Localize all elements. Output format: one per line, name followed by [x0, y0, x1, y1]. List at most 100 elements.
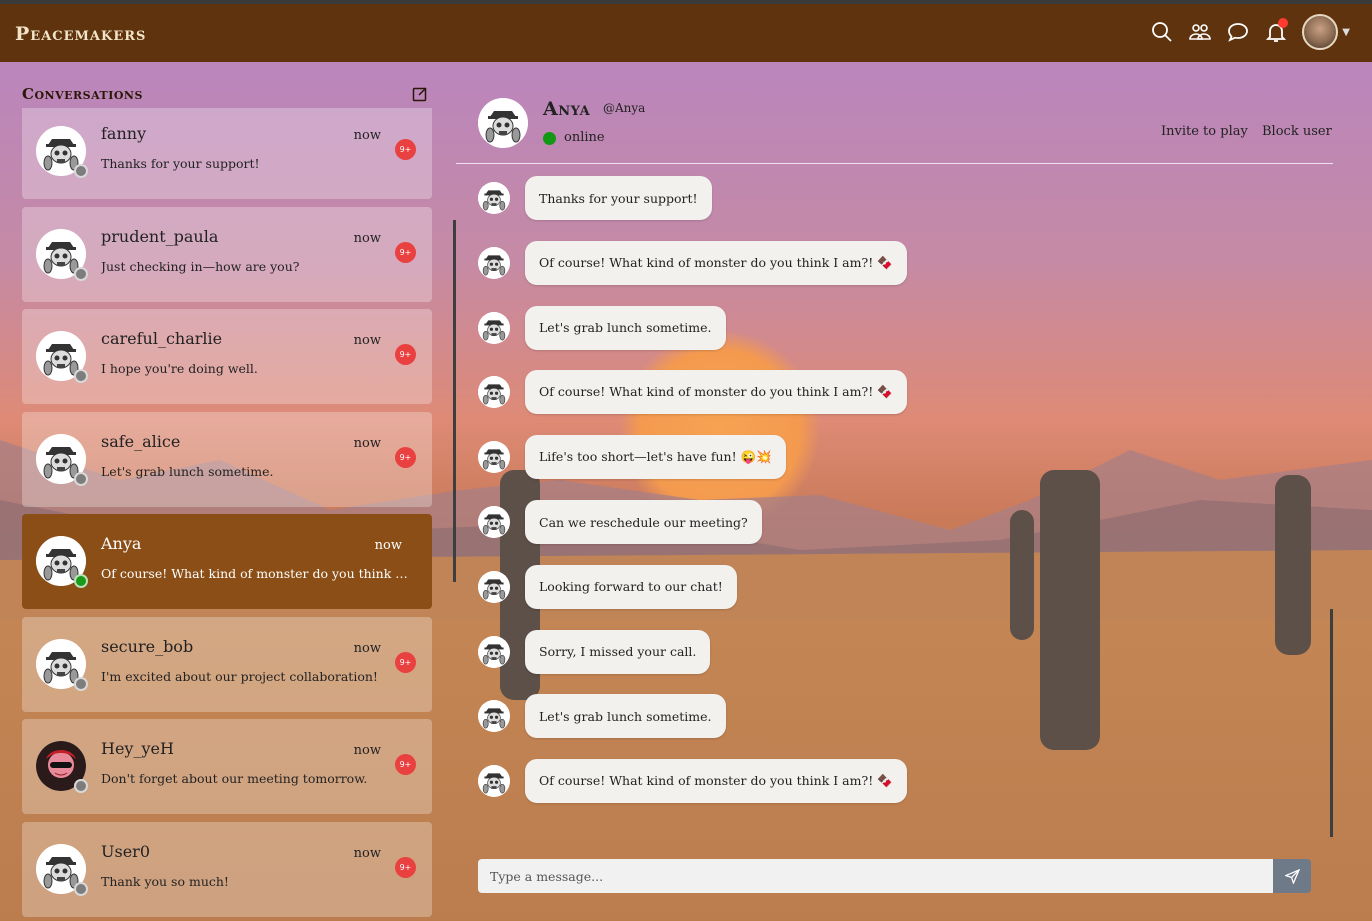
send-button[interactable] [1273, 859, 1311, 893]
status-dot [74, 882, 88, 896]
chat-user-handle: @Anya [603, 101, 646, 115]
conversation-preview: Just checking in—how are you? [101, 259, 300, 274]
conversation-name: Hey_yeH [101, 739, 174, 758]
message-bubble: Looking forward to our chat! [525, 564, 737, 609]
sidebar-title: Conversations [22, 85, 143, 103]
message-avatar[interactable] [478, 311, 510, 344]
conversation-item[interactable]: secure_bob now I'm excited about our proje… [22, 617, 432, 712]
conversation-time: now [353, 128, 381, 143]
conversation-time: now [353, 231, 381, 246]
conversation-time: now [353, 641, 381, 656]
conversation-preview: Of course! What kind of monster do you t… [101, 566, 411, 581]
skull-avatar-icon [478, 441, 510, 474]
conversation-name: fanny [101, 124, 147, 143]
skull-avatar-icon [478, 635, 510, 668]
status-dot [74, 472, 88, 486]
unread-badge: 9+ [395, 754, 416, 775]
conversation-name: secure_bob [101, 637, 194, 656]
friends-icon[interactable] [1188, 20, 1212, 44]
skull-avatar-icon [478, 765, 510, 798]
message-bubble: Of course! What kind of monster do you t… [525, 370, 907, 415]
conversations-sidebar: Conversations fanny now Thanks for your su… [0, 62, 456, 921]
skull-avatar-icon [478, 182, 510, 214]
search-icon[interactable] [1150, 20, 1174, 44]
conversation-preview: Don't forget about our meeting tomorrow. [101, 771, 368, 786]
message-avatar[interactable] [478, 506, 510, 538]
message-input[interactable] [478, 859, 1273, 893]
conversation-name: careful_charlie [101, 329, 223, 348]
unread-badge: 9+ [395, 344, 416, 365]
status-dot [74, 164, 88, 178]
block-user-link[interactable]: Block user [1262, 124, 1332, 139]
status-dot [74, 574, 88, 588]
conversation-item[interactable]: User0 now Thank you so much! 9+ [22, 822, 432, 917]
unread-badge: 9+ [395, 652, 416, 673]
user-avatar[interactable] [1302, 14, 1339, 50]
conversation-preview: Thanks for your support! [101, 156, 260, 171]
chat-bubble-icon[interactable] [1226, 20, 1250, 44]
unread-badge: 9+ [395, 139, 416, 160]
message-bubble: Life's too short—let's have fun! 😜💥 [525, 435, 786, 480]
conversation-item[interactable]: fanny now Thanks for your support! 9+ [22, 108, 432, 199]
conversation-name: Anya [101, 534, 142, 553]
conversation-item[interactable]: Hey_yeH now Don't forget about our meeting… [22, 719, 432, 814]
message-avatar[interactable] [478, 765, 510, 798]
message-avatar[interactable] [478, 635, 510, 668]
skull-avatar-icon [478, 376, 510, 409]
skull-avatar-icon [478, 700, 510, 733]
conversation-time: now [374, 538, 402, 553]
conversation-name: User0 [101, 842, 150, 861]
conversation-list[interactable]: fanny now Thanks for your support! 9+ pruden… [22, 108, 432, 921]
online-status-dot [543, 132, 556, 145]
edit-icon[interactable] [412, 86, 428, 102]
conversation-item[interactable]: safe_alice now Let's grab lunch sometime. 9… [22, 412, 432, 507]
message-avatar[interactable] [478, 441, 510, 474]
status-dot [74, 677, 88, 691]
conversation-item[interactable]: prudent_paula now Just checking in—how are… [22, 207, 432, 302]
conversation-preview: I hope you're doing well. [101, 361, 258, 376]
conversation-preview: Thank you so much! [101, 874, 229, 889]
conversation-preview: I'm excited about our project collaborat… [101, 669, 378, 684]
status-dot [74, 779, 88, 793]
bell-icon[interactable] [1264, 18, 1289, 44]
navbar: Peacemakers ▼ [0, 4, 1372, 62]
sidebar-header: Conversations [22, 84, 432, 108]
conversation-time: now [353, 743, 381, 758]
chat-user-name: Anya [543, 98, 591, 120]
conversation-name: prudent_paula [101, 227, 219, 246]
conversation-item[interactable]: careful_charlie now I hope you're doing we… [22, 309, 432, 404]
status-dot [74, 267, 88, 281]
message-avatar[interactable] [478, 570, 510, 603]
status-dot [74, 369, 88, 383]
skull-avatar-icon [478, 98, 528, 148]
conversation-time: now [353, 333, 381, 348]
message-bubble: Of course! What kind of monster do you t… [525, 240, 907, 285]
message-bubble: Let's grab lunch sometime. [525, 694, 726, 739]
nav-icons: ▼ [1150, 14, 1350, 50]
chat-header: Anya @Anya online Invite to play Block u… [456, 62, 1333, 164]
skull-avatar-icon [478, 506, 510, 538]
conversation-preview: Let's grab lunch sometime. [101, 464, 274, 479]
chat-scrollbar[interactable] [1330, 609, 1333, 837]
message-list[interactable]: Thanks for your support! Of course! What … [456, 164, 1333, 824]
chat-pane: Anya @Anya online Invite to play Block u… [456, 62, 1372, 921]
chat-avatar[interactable] [478, 98, 528, 148]
invite-to-play-link[interactable]: Invite to play [1161, 124, 1248, 139]
conversation-name: safe_alice [101, 432, 181, 451]
message-avatar[interactable] [478, 182, 510, 214]
message-bubble: Sorry, I missed your call. [525, 629, 711, 674]
message-avatar[interactable] [478, 700, 510, 733]
chevron-down-icon[interactable]: ▼ [1342, 27, 1350, 38]
conversation-time: now [353, 846, 381, 861]
skull-avatar-icon [478, 246, 510, 279]
message-avatar[interactable] [478, 376, 510, 409]
send-icon [1284, 868, 1300, 884]
message-bubble: Can we reschedule our meeting? [525, 500, 762, 544]
conversation-time: now [353, 436, 381, 451]
conversation-item[interactable]: Anya now Of course! What kind of monster d… [22, 514, 432, 609]
message-bubble: Thanks for your support! [525, 176, 712, 220]
message-avatar[interactable] [478, 246, 510, 279]
chat-user-status: online [564, 130, 605, 145]
brand-logo[interactable]: Peacemakers [15, 23, 146, 45]
skull-avatar-icon [478, 570, 510, 603]
